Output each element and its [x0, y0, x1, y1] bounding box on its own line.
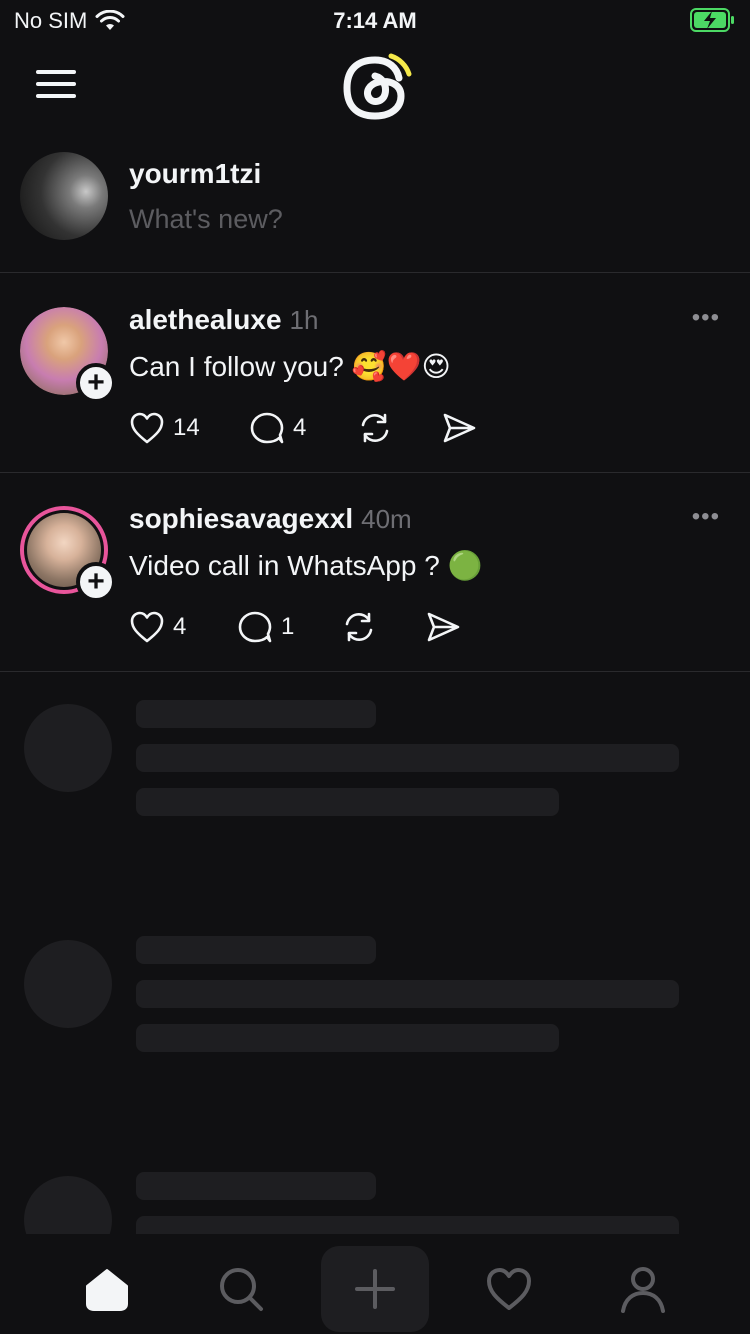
tab-profile[interactable]: [589, 1246, 697, 1332]
battery-charging-icon: [690, 8, 734, 32]
compose-plus-icon: [355, 1269, 395, 1309]
share-button[interactable]: [425, 610, 461, 644]
reply-count: 4: [293, 414, 307, 441]
skeleton-line: [136, 1172, 376, 1200]
tab-compose[interactable]: [321, 1246, 429, 1332]
skeleton-line: [136, 1024, 559, 1052]
post-avatar[interactable]: +: [20, 506, 116, 602]
reply-count: 1: [281, 613, 295, 640]
send-icon: [443, 413, 476, 443]
more-options-icon[interactable]: •••: [692, 304, 720, 332]
loading-skeleton: [0, 672, 750, 908]
heart-icon: [130, 611, 164, 643]
loading-skeleton: [0, 908, 750, 1144]
share-button[interactable]: [441, 411, 477, 445]
post-time: 40m: [361, 504, 412, 534]
more-options-icon[interactable]: •••: [692, 503, 720, 531]
tab-home[interactable]: [53, 1246, 161, 1332]
repost-button[interactable]: [341, 610, 425, 644]
repost-icon: [361, 413, 389, 443]
post-username[interactable]: sophiesavagexxl: [129, 503, 353, 535]
follow-plus-icon[interactable]: +: [76, 562, 116, 602]
tab-bar: [0, 1234, 750, 1334]
skeleton-avatar: [24, 1176, 112, 1234]
post-emoji: 🥰❤️😍: [351, 351, 451, 382]
menu-button[interactable]: [36, 68, 76, 100]
status-bar: No SIM 7:14 AM: [0, 0, 750, 40]
repost-icon: [345, 612, 373, 642]
like-button[interactable]: 4: [129, 610, 237, 644]
post-header: sophiesavagexxl 40m: [129, 503, 412, 535]
heart-icon: [130, 412, 164, 444]
like-count: 14: [173, 414, 200, 441]
loading-skeleton: [0, 1144, 750, 1234]
comment-icon: [238, 611, 272, 643]
post-time: 1h: [289, 305, 319, 335]
comment-icon: [250, 412, 284, 444]
home-icon: [86, 1269, 128, 1311]
reply-button[interactable]: 1: [237, 610, 341, 644]
skeleton-line: [136, 1216, 679, 1234]
skeleton-line: [136, 744, 679, 772]
tab-search[interactable]: [187, 1246, 295, 1332]
post-emoji: 🟢: [447, 550, 483, 581]
thread-post: + alethealuxe 1h ••• Can I follow you? 🥰…: [0, 274, 750, 473]
thread-post: + sophiesavagexxl 40m ••• Video call in …: [0, 473, 750, 672]
post-avatar[interactable]: +: [20, 307, 116, 403]
post-actions: 14 4: [129, 410, 477, 446]
skeleton-line: [136, 980, 679, 1008]
heart-icon: [487, 1268, 531, 1310]
post-actions: 4 1: [129, 609, 461, 645]
post-text: Can I follow you?: [129, 350, 344, 382]
menu-line: [36, 70, 76, 74]
tab-activity[interactable]: [455, 1246, 563, 1332]
reply-button[interactable]: 4: [249, 411, 357, 445]
my-avatar: [20, 152, 108, 240]
follow-plus-icon[interactable]: +: [76, 363, 116, 403]
search-icon: [220, 1268, 263, 1311]
status-time: 7:14 AM: [333, 8, 417, 33]
skeleton-line: [136, 936, 376, 964]
skeleton-line: [136, 788, 559, 816]
repost-button[interactable]: [357, 411, 441, 445]
send-icon: [427, 612, 460, 642]
top-bar: [0, 40, 750, 136]
new-thread-composer[interactable]: yourm1tzi What's new?: [0, 136, 750, 273]
status-right: [690, 8, 736, 37]
threads-logo-icon: [343, 53, 412, 120]
my-username: yourm1tzi: [129, 158, 262, 189]
post-header: alethealuxe 1h: [129, 304, 318, 336]
whats-new-input[interactable]: What's new?: [129, 204, 283, 235]
post-username[interactable]: alethealuxe: [129, 304, 282, 336]
menu-line: [36, 82, 76, 86]
post-text: Video call in WhatsApp ?: [129, 549, 440, 581]
post-text-row: Video call in WhatsApp ? 🟢: [129, 549, 483, 582]
skeleton-avatar: [24, 940, 112, 1028]
menu-line: [36, 94, 76, 98]
profile-icon: [621, 1267, 665, 1313]
post-text-row: Can I follow you? 🥰❤️😍: [129, 350, 451, 383]
skeleton-avatar: [24, 704, 112, 792]
like-button[interactable]: 14: [129, 411, 249, 445]
skeleton-line: [136, 700, 376, 728]
like-count: 4: [173, 613, 187, 640]
